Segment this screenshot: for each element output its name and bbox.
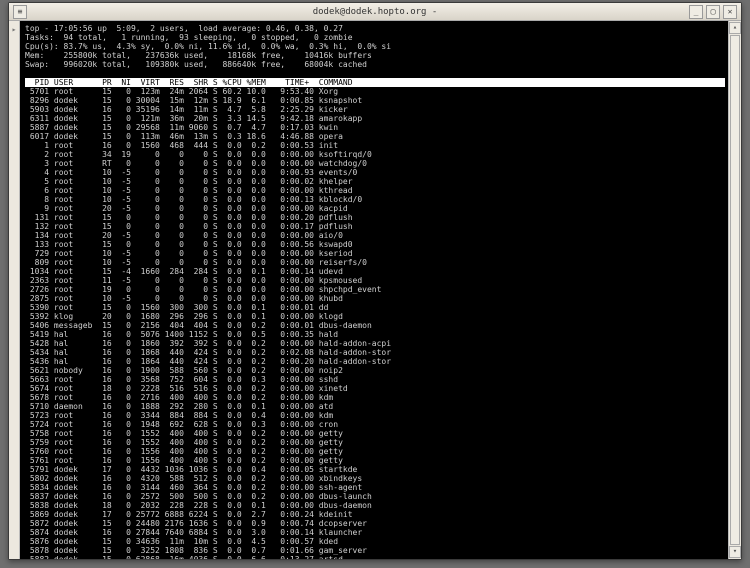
- process-row: 5621 nobody 16 0 1900 588 560 S 0.0 0.2 …: [25, 366, 343, 375]
- process-row: 5882 dodek 15 0 62868 16m 4036 S 0.0 6.6…: [25, 555, 343, 559]
- titlebar[interactable]: ≡ dodek@dodek.hopto.org - _ ▢ ✕: [9, 3, 741, 21]
- process-row: 5838 dodek 18 0 2032 228 228 S 0.0 0.1 0…: [25, 501, 372, 510]
- process-row: 5872 dodek 15 0 24480 2176 1636 S 0.0 0.…: [25, 519, 367, 528]
- process-row: 6017 dodek 15 0 113m 46m 13m S 0.3 18.6 …: [25, 132, 343, 141]
- process-table-header: PID USER PR NI VIRT RES SHR S %CPU %MEM …: [25, 78, 725, 87]
- scroll-thumb[interactable]: [730, 35, 740, 545]
- process-row: 5701 root 15 0 123m 24m 2064 S 60.2 10.0…: [25, 87, 338, 96]
- process-row: 729 root 10 -5 0 0 0 S 0.0 0.0 0:00.00 k…: [25, 249, 353, 258]
- process-row: 5436 hal 16 0 1864 440 424 S 0.0 0.2 0:0…: [25, 357, 391, 366]
- process-row: 5406 messageb 15 0 2156 404 404 S 0.0 0.…: [25, 321, 372, 330]
- process-row: 5791 dodek 17 0 4432 1036 1036 S 0.0 0.4…: [25, 465, 357, 474]
- process-row: 5434 hal 16 0 1868 440 424 S 0.0 0.2 0:0…: [25, 348, 391, 357]
- minimize-button[interactable]: _: [689, 5, 703, 19]
- terminal-window: ≡ dodek@dodek.hopto.org - _ ▢ ✕ ▸ top - …: [8, 2, 742, 560]
- process-row: 5758 root 16 0 1552 400 400 S 0.0 0.2 0:…: [25, 429, 343, 438]
- close-button[interactable]: ✕: [723, 5, 737, 19]
- process-row: 134 root 20 -5 0 0 0 S 0.0 0.0 0:00.00 a…: [25, 231, 343, 240]
- process-row: 5837 dodek 16 0 2572 500 500 S 0.0 0.2 0…: [25, 492, 372, 501]
- process-row: 1034 root 15 -4 1660 284 284 S 0.0 0.1 0…: [25, 267, 343, 276]
- process-row: 5390 root 15 0 1560 300 300 S 0.0 0.1 0:…: [25, 303, 328, 312]
- scroll-down-button[interactable]: ▾: [729, 546, 741, 558]
- process-row: 3 root RT 0 0 0 0 S 0.0 0.0 0:00.00 watc…: [25, 159, 367, 168]
- process-row: 5663 root 16 0 3568 752 604 S 0.0 0.3 0:…: [25, 375, 338, 384]
- process-row: 5759 root 16 0 1552 400 400 S 0.0 0.2 0:…: [25, 438, 343, 447]
- window-title: dodek@dodek.hopto.org -: [313, 7, 438, 17]
- process-row: 5 root 10 -5 0 0 0 S 0.0 0.0 0:00.02 khe…: [25, 177, 353, 186]
- scrollbar[interactable]: ▴ ▾: [728, 21, 741, 559]
- process-row: 5834 dodek 16 0 3144 460 364 S 0.0 0.2 0…: [25, 483, 362, 492]
- process-row: 2 root 34 19 0 0 0 S 0.0 0.0 0:00.00 kso…: [25, 150, 372, 159]
- maximize-button[interactable]: ▢: [706, 5, 720, 19]
- process-row: 5869 dodek 17 0 25772 6888 6224 S 0.0 2.…: [25, 510, 353, 519]
- process-row: 2726 root 19 0 0 0 0 S 0.0 0.0 0:00.00 s…: [25, 285, 381, 294]
- process-row: 5874 dodek 16 0 27844 7640 6884 S 0.0 3.…: [25, 528, 362, 537]
- desktop: ≡ dodek@dodek.hopto.org - _ ▢ ✕ ▸ top - …: [0, 0, 750, 568]
- process-row: 5761 root 16 0 1556 400 400 S 0.0 0.2 0:…: [25, 456, 343, 465]
- process-row: 131 root 15 0 0 0 0 S 0.0 0.0 0:00.20 pd…: [25, 213, 353, 222]
- process-row: 5723 root 16 0 3344 884 884 S 0.0 0.4 0:…: [25, 411, 333, 420]
- process-row: 6311 dodek 15 0 121m 36m 20m S 3.3 14.5 …: [25, 114, 362, 123]
- process-row: 8296 dodek 15 0 30004 15m 12m S 18.9 6.1…: [25, 96, 362, 105]
- scroll-up-button[interactable]: ▴: [729, 22, 741, 34]
- process-row: 5678 root 16 0 2716 400 400 S 0.0 0.2 0:…: [25, 393, 333, 402]
- process-row: 9 root 20 -5 0 0 0 S 0.0 0.0 0:00.00 kac…: [25, 204, 348, 213]
- scroll-track[interactable]: [730, 35, 740, 545]
- process-row: 5392 klog 20 0 1680 296 296 S 0.0 0.1 0:…: [25, 312, 343, 321]
- process-row: 5760 root 16 0 1556 400 400 S 0.0 0.2 0:…: [25, 447, 343, 456]
- window-body: ▸ top - 17:05:56 up 5:09, 2 users, load …: [9, 21, 741, 559]
- menu-icon[interactable]: ≡: [13, 5, 27, 19]
- process-row: 5710 daemon 16 0 1888 292 280 S 0.0 0.1 …: [25, 402, 333, 411]
- process-row: 5876 dodek 15 0 34636 11m 10m S 0.0 4.5 …: [25, 537, 338, 546]
- process-row: 5887 dodek 15 0 29568 11m 9060 S 0.7 4.7…: [25, 123, 338, 132]
- left-handle[interactable]: ▸: [9, 21, 20, 559]
- process-row: 2363 root 11 -5 0 0 0 S 0.0 0.0 0:00.00 …: [25, 276, 362, 285]
- process-row: 5419 hal 16 0 5076 1400 1152 S 0.0 0.5 0…: [25, 330, 338, 339]
- process-row: 5428 hal 16 0 1860 392 392 S 0.0 0.2 0:0…: [25, 339, 391, 348]
- process-row: 5903 dodek 16 0 35196 14m 11m S 4.7 5.8 …: [25, 105, 348, 114]
- process-row: 5878 dodek 15 0 3252 1808 836 S 0.0 0.7 …: [25, 546, 367, 555]
- process-row: 6 root 10 -5 0 0 0 S 0.0 0.0 0:00.00 kth…: [25, 186, 353, 195]
- process-row: 5802 dodek 16 0 4320 588 512 S 0.0 0.2 0…: [25, 474, 362, 483]
- process-row: 5674 root 18 0 2228 516 516 S 0.0 0.2 0:…: [25, 384, 348, 393]
- process-row: 8 root 10 -5 0 0 0 S 0.0 0.0 0:00.13 kbl…: [25, 195, 362, 204]
- process-row: 2875 root 10 -5 0 0 0 S 0.0 0.0 0:00.00 …: [25, 294, 343, 303]
- process-row: 133 root 15 0 0 0 0 S 0.0 0.0 0:00.56 ks…: [25, 240, 353, 249]
- process-row: 809 root 10 -5 0 0 0 S 0.0 0.0 0:00.00 r…: [25, 258, 367, 267]
- process-row: 1 root 16 0 1560 468 444 S 0.0 0.2 0:00.…: [25, 141, 338, 150]
- terminal-output[interactable]: top - 17:05:56 up 5:09, 2 users, load av…: [20, 21, 728, 559]
- process-row: 132 root 15 0 0 0 0 S 0.0 0.0 0:00.17 pd…: [25, 222, 353, 231]
- process-row: 5724 root 16 0 1948 692 628 S 0.0 0.3 0:…: [25, 420, 338, 429]
- process-row: 4 root 10 -5 0 0 0 S 0.0 0.0 0:00.93 eve…: [25, 168, 357, 177]
